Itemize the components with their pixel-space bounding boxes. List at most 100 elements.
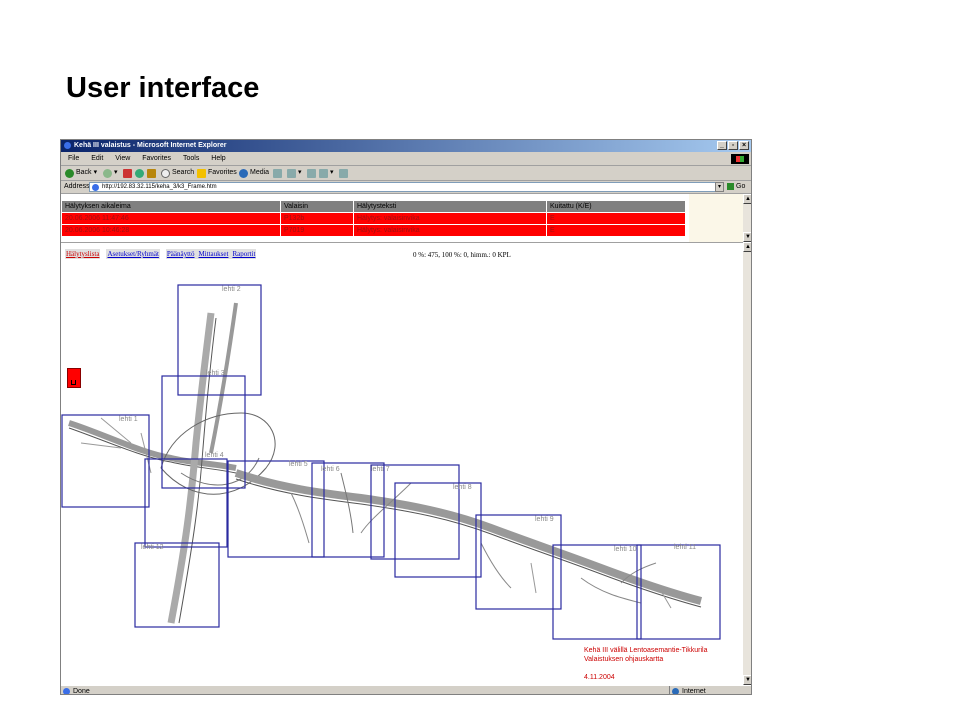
sheet-label: lehti 4 (205, 452, 224, 459)
print-button[interactable] (307, 166, 316, 180)
sheet-label: lehti 10 (614, 546, 637, 553)
page-icon (92, 184, 99, 191)
scroll-down-arrow-icon[interactable]: ▼ (743, 675, 751, 685)
restore-button[interactable]: ▫ (728, 141, 738, 150)
forward-button[interactable]: ▾ (103, 166, 118, 180)
map-sheet-frame[interactable] (311, 462, 385, 558)
menu-edit[interactable]: Edit (91, 155, 103, 162)
road-lighting-map: lehti 1 lehti 2 lehti 3 lehti 4 lehti 5 … (61, 284, 721, 640)
edit-page-button[interactable]: ▾ (319, 166, 334, 180)
security-zone: Internet (669, 686, 706, 694)
map-sheet-frame[interactable] (61, 414, 150, 508)
sheet-label: lehti 11 (674, 544, 696, 551)
sheet-label: lehti 6 (321, 466, 340, 473)
menu-help[interactable]: Help (211, 155, 225, 162)
table-row[interactable]: 20.06.2006 10:46:28 P7019 Hälytys: valai… (61, 224, 686, 237)
page-done-icon (63, 688, 70, 694)
table-cell: P7019 (280, 224, 354, 237)
mail-icon (287, 168, 296, 178)
menu-tools[interactable]: Tools (183, 155, 199, 162)
media-icon (239, 168, 248, 178)
alarm-frame: Hälytyksen aikaleima Valaisin Hälytystek… (61, 194, 743, 242)
map-sheet-frame[interactable] (177, 284, 262, 396)
favorites-button[interactable]: Favorites (197, 166, 237, 180)
browser-window: Kehä III valaistus - Microsoft Internet … (60, 139, 752, 695)
slide-title: User interface (66, 72, 260, 104)
ie-icon (64, 141, 71, 149)
forward-arrow-icon (103, 168, 112, 178)
close-button[interactable]: × (739, 141, 749, 150)
map-frame-scrollbar[interactable]: ▲ ▼ (743, 242, 751, 685)
address-url: http://192.83.32.115/keha_3/k3_Frame.htm (102, 184, 217, 190)
print-icon (307, 168, 316, 178)
favorites-star-icon (197, 168, 206, 178)
table-cell: E (546, 224, 686, 237)
sheet-label: lehti 3 (206, 370, 225, 377)
column-header: Valaisin (280, 200, 354, 213)
back-arrow-icon (65, 168, 74, 178)
column-header: Hälytysteksti (353, 200, 547, 213)
scroll-up-arrow-icon[interactable]: ▲ (743, 242, 751, 252)
edit-icon (319, 168, 328, 178)
menu-bar: File Edit View Favorites Tools Help (61, 153, 751, 166)
refresh-icon (135, 168, 144, 178)
table-cell: 20.06.2006 10:46:28 (61, 224, 281, 237)
address-label: Address (64, 183, 90, 190)
sheet-label: lehti 9 (535, 516, 554, 523)
sheet-label: lehti 12 (141, 544, 164, 551)
sheet-label: lehti 1 (119, 416, 138, 423)
sheet-label: lehti 5 (289, 461, 308, 468)
table-cell: P132b (280, 212, 354, 225)
stop-icon (123, 168, 132, 178)
road-network (68, 302, 703, 624)
status-bar: Done Internet (61, 685, 751, 695)
menu-view[interactable]: View (115, 155, 130, 162)
map-caption-date: 4.11.2004 (584, 674, 615, 681)
history-button[interactable] (273, 166, 282, 180)
home-button[interactable] (147, 166, 156, 180)
home-icon (147, 168, 156, 178)
map-caption-subtitle: Valaistuksen ohjauskartta (584, 656, 664, 663)
refresh-button[interactable] (135, 166, 144, 180)
map-sheet-grid (61, 284, 721, 640)
table-cell: E (546, 212, 686, 225)
alarm-table: Hälytyksen aikaleima Valaisin Hälytystek… (61, 200, 686, 237)
table-header-row: Hälytyksen aikaleima Valaisin Hälytystek… (61, 200, 686, 213)
media-button[interactable]: Media (239, 166, 269, 180)
go-button[interactable]: Go (727, 181, 745, 193)
history-icon (273, 168, 282, 178)
table-cell: Hälytys: valaisinvika (353, 212, 547, 225)
address-dropdown[interactable]: ▾ (715, 182, 724, 192)
map-caption: Kehä III välillä Lentoasemantie-Tikkuril… (584, 646, 707, 682)
map-caption-title: Kehä III välillä Lentoasemantie-Tikkuril… (584, 647, 708, 654)
scroll-up-arrow-icon[interactable]: ▲ (743, 194, 751, 204)
column-header: Kuitattu (K/E) (546, 200, 686, 213)
back-button[interactable]: Back ▾ (65, 166, 97, 180)
windows-logo-icon (731, 154, 749, 164)
discuss-button[interactable] (339, 166, 348, 180)
alarm-frame-scrollbar[interactable]: ▲ ▼ (743, 194, 751, 242)
sheet-label: lehti 7 (371, 466, 390, 473)
scroll-down-arrow-icon[interactable]: ▼ (743, 232, 751, 242)
mail-button[interactable]: ▾ (287, 166, 302, 180)
table-row[interactable]: 20.06.2006 11:47:46 P132b Hälytys: valai… (61, 212, 686, 225)
alarm-indicator[interactable] (67, 368, 81, 388)
table-cell: Hälytys: valaisinvika (353, 224, 547, 237)
address-bar: Address http://192.83.32.115/keha_3/k3_F… (61, 181, 751, 194)
table-cell: 20.06.2006 11:47:46 (61, 212, 281, 225)
title-bar: Kehä III valaistus - Microsoft Internet … (61, 140, 751, 152)
status-text: Done (73, 688, 90, 695)
menu-file[interactable]: File (68, 155, 79, 162)
address-input[interactable]: http://192.83.32.115/keha_3/k3_Frame.htm (89, 182, 723, 192)
discuss-icon (339, 168, 348, 178)
minimize-button[interactable]: _ (717, 141, 727, 150)
menu-favorites[interactable]: Favorites (142, 155, 171, 162)
map-sheet-frame[interactable] (394, 482, 482, 578)
sheet-label: lehti 8 (453, 484, 472, 491)
search-button[interactable]: Search (161, 166, 194, 180)
toolbar: Back ▾ ▾ Search Favorites Media ▾ ▾ (61, 166, 751, 181)
map-frame: Hälytyslista Asetukset/Ryhmät Päänäyttö … (61, 242, 743, 686)
search-icon (161, 168, 170, 178)
column-header: Hälytyksen aikaleima (61, 200, 281, 213)
stop-button[interactable] (123, 166, 132, 180)
